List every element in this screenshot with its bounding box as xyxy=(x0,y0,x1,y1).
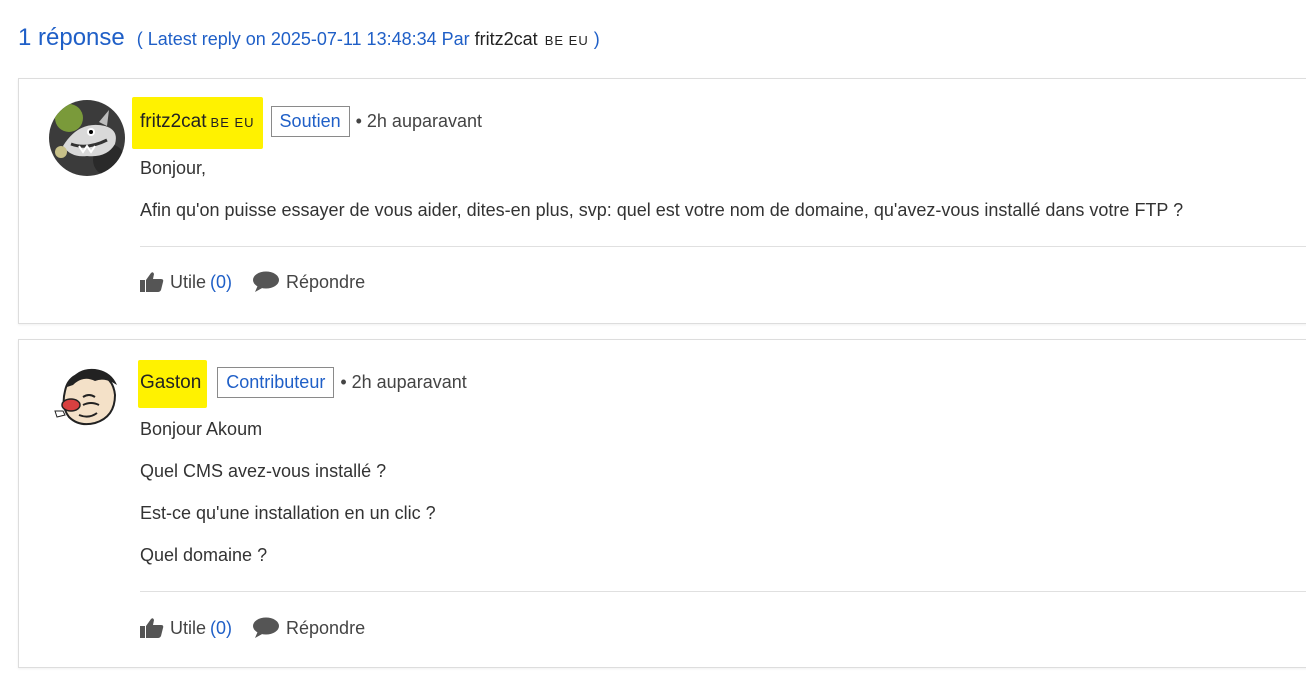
latest-reply-country: BE EU xyxy=(544,33,589,48)
thumbs-up-icon xyxy=(140,618,164,638)
useful-count[interactable]: (0) xyxy=(210,618,232,639)
latest-reply-suffix: ) xyxy=(593,29,600,49)
role-badge[interactable]: Soutien xyxy=(270,106,350,137)
avatar[interactable] xyxy=(49,100,125,176)
post-header: Gaston Contributeur • 2h auparavant xyxy=(138,359,467,408)
username[interactable]: fritz2cat BE EU xyxy=(132,96,263,149)
username-text: Gaston xyxy=(140,371,202,393)
avatar[interactable] xyxy=(49,361,125,437)
post-paragraph: Quel domaine ? xyxy=(140,545,268,565)
reply-count: 1 réponse xyxy=(18,24,125,51)
useful-count[interactable]: (0) xyxy=(210,272,232,293)
post-actions: Utile (0) Répondre xyxy=(140,617,385,639)
useful-label: Utile xyxy=(170,271,207,292)
thumbs-up-icon xyxy=(140,272,164,292)
role-badge[interactable]: Contributeur xyxy=(217,367,335,398)
username-text: fritz2cat xyxy=(140,110,207,132)
post-paragraph: Bonjour, xyxy=(140,158,207,178)
wolf-avatar-icon xyxy=(49,100,125,176)
post-paragraph: Quel CMS avez-vous installé ? xyxy=(140,461,387,481)
reply-post: fritz2cat BE EU Soutien • 2h auparavant B… xyxy=(18,78,1306,324)
reply-label: Répondre xyxy=(286,617,366,638)
reply-label: Répondre xyxy=(286,271,366,292)
reply-button[interactable]: Répondre xyxy=(252,271,365,293)
post-body: Bonjour, Afin qu'on puisse essayer de vo… xyxy=(140,157,1306,241)
post-actions: Utile (0) Répondre xyxy=(140,271,385,293)
latest-reply-prefix: ( Latest reply on 2025-07-11 13:48:34 Pa… xyxy=(136,29,470,49)
username[interactable]: Gaston xyxy=(138,359,208,408)
speech-bubble-icon xyxy=(253,271,280,292)
useful-label: Utile xyxy=(170,617,207,638)
latest-reply-author[interactable]: fritz2cat xyxy=(475,29,538,49)
reply-button[interactable]: Répondre xyxy=(252,617,365,639)
useful-button[interactable]: Utile (0) xyxy=(140,617,232,639)
divider xyxy=(140,591,1306,592)
post-time: • 2h auparavant xyxy=(355,111,483,131)
speech-bubble-icon xyxy=(253,617,280,638)
post-paragraph: Bonjour Akoum xyxy=(140,419,263,439)
reply-post: Gaston Contributeur • 2h auparavant Bonj… xyxy=(18,339,1306,668)
post-body: Bonjour Akoum Quel CMS avez-vous install… xyxy=(140,418,1306,586)
post-time: • 2h auparavant xyxy=(340,372,467,392)
post-paragraph: Afin qu'on puisse essayer de vous aider,… xyxy=(140,200,1184,220)
replies-header: 1 réponse ( Latest reply on 2025-07-11 1… xyxy=(18,24,600,52)
post-header: fritz2cat BE EU Soutien • 2h auparavant xyxy=(132,96,483,149)
user-country: BE EU xyxy=(210,114,255,130)
gaston-avatar-icon xyxy=(49,361,125,437)
latest-reply-info: ( Latest reply on 2025-07-11 13:48:34 Pa… xyxy=(137,29,600,50)
useful-button[interactable]: Utile (0) xyxy=(140,271,232,293)
divider xyxy=(140,246,1306,247)
post-paragraph: Est-ce qu'une installation en un clic ? xyxy=(140,503,436,523)
